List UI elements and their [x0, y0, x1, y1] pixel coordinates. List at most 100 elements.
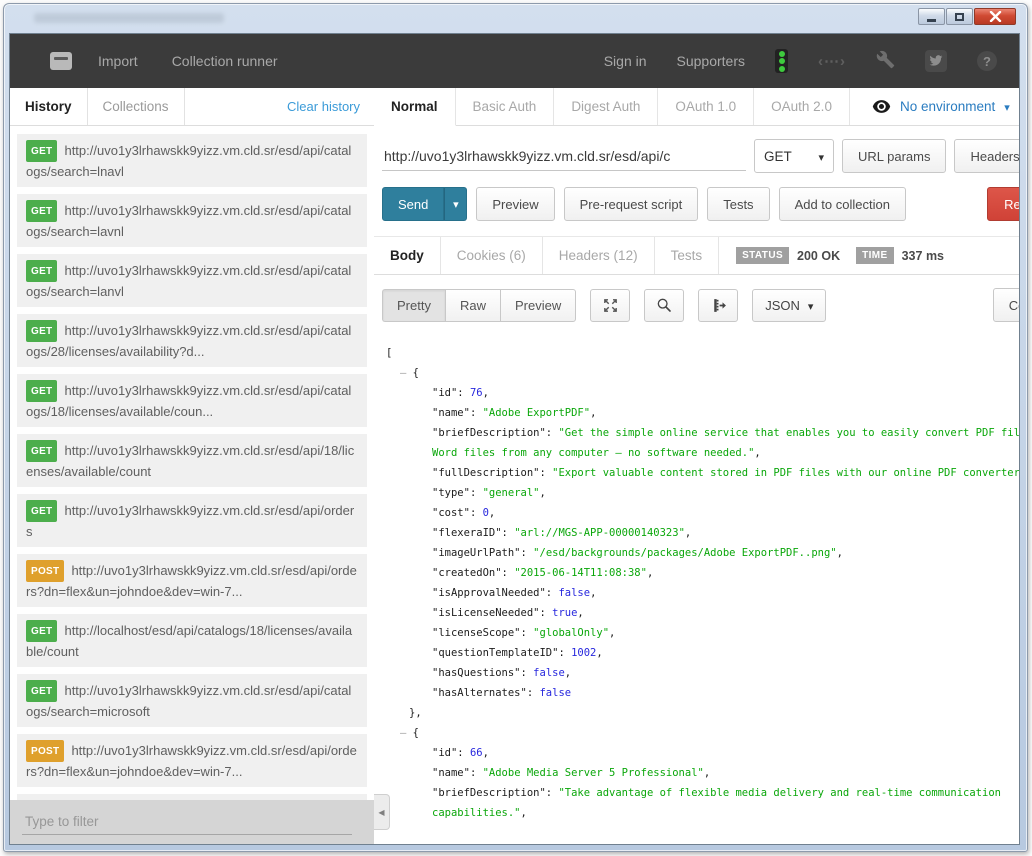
method-badge: GET [26, 380, 57, 402]
tab-normal[interactable]: Normal [374, 88, 456, 126]
sidebar-collapse-toggle[interactable] [374, 794, 390, 830]
preview-button[interactable]: Preview [476, 187, 554, 221]
filter-input[interactable] [22, 809, 352, 835]
actions-row: Send Preview Pre-request script Tests Ad… [374, 173, 1020, 237]
help-icon[interactable] [977, 51, 997, 71]
pretty-button[interactable]: Pretty [382, 289, 445, 322]
expand-button[interactable] [590, 289, 630, 322]
sign-in-button[interactable]: Sign in [604, 53, 647, 69]
code-line: "fullDescription": "Export valuable cont… [386, 463, 1020, 483]
url-input[interactable] [382, 141, 746, 171]
wrench-icon[interactable] [876, 50, 895, 72]
tab-digest-auth[interactable]: Digest Auth [554, 88, 658, 125]
url-params-button[interactable]: URL params [842, 139, 946, 173]
request-auth-tabs: Normal Basic Auth Digest Auth OAuth 1.0 … [374, 88, 1020, 126]
code-line: }, [386, 703, 1020, 723]
minimize-icon [927, 19, 936, 22]
tab-basic-auth[interactable]: Basic Auth [456, 88, 555, 125]
supporters-button[interactable]: Supporters [677, 53, 745, 69]
minimize-button[interactable] [918, 8, 945, 25]
top-toolbar: Import Collection runner Sign in Support… [10, 34, 1019, 88]
window-titlebar [4, 4, 1027, 31]
method-badge: GET [26, 260, 57, 282]
history-item[interactable]: POSThttp://uvo1y3lrhawskk9yizz.vm.cld.sr… [17, 734, 367, 787]
collections-drawer-icon[interactable] [50, 52, 72, 70]
maximize-button[interactable] [946, 8, 973, 25]
filter-bar [10, 800, 374, 845]
response-meta: STATUS 200 OK TIME 337 ms [736, 237, 952, 274]
code-line: "createdOn": "2015-06-14T11:08:38", [386, 563, 1020, 583]
tab-cookies[interactable]: Cookies (6) [441, 237, 543, 274]
history-item[interactable]: GEThttp://uvo1y3lrhawskk9yizz.vm.cld.sr/… [17, 254, 367, 307]
send-options-button[interactable] [444, 187, 467, 221]
method-badge: POST [26, 560, 64, 582]
send-button[interactable]: Send [382, 187, 444, 221]
sidebar-tabs: History Collections Clear history [10, 88, 374, 126]
format-select[interactable]: JSON [752, 289, 826, 322]
code-line: "imageUrlPath": "/esd/backgrounds/packag… [386, 543, 1020, 563]
history-url: http://uvo1y3lrhawskk9yizz.vm.cld.sr/esd… [26, 683, 351, 719]
indent-format-icon [710, 297, 727, 314]
code-line: – { [386, 363, 1020, 383]
chevron-down-icon [808, 298, 814, 313]
history-item[interactable]: GEThttp://uvo1y3lrhawskk9yizz.vm.cld.sr/… [17, 374, 367, 427]
preview-mode-button[interactable]: Preview [500, 289, 576, 322]
content-area: History Collections Clear history GEThtt… [10, 88, 1019, 845]
method-badge: GET [26, 680, 57, 702]
traffic-light-icon[interactable] [775, 49, 788, 73]
environment-selector[interactable]: No environment [872, 88, 1010, 125]
chevron-down-icon [1004, 99, 1010, 114]
code-line: "questionTemplateID": 1002, [386, 643, 1020, 663]
history-item[interactable]: GEThttp://uvo1y3lrhawskk9yizz.vm.cld.sr/… [17, 674, 367, 727]
code-line: "hasQuestions": false, [386, 663, 1020, 683]
chevron-down-icon [818, 149, 824, 164]
chevron-down-icon [453, 195, 459, 213]
tab-response-tests[interactable]: Tests [655, 237, 720, 274]
clear-history-link[interactable]: Clear history [287, 99, 374, 114]
tab-oauth-2[interactable]: OAuth 2.0 [754, 88, 850, 125]
history-list: GEThttp://uvo1y3lrhawskk9yizz.vm.cld.sr/… [10, 126, 374, 800]
history-item[interactable]: GEThttp://localhost/esd/api/catalogs/18/… [17, 614, 367, 667]
history-item[interactable]: GEThttp://uvo1y3lrhawskk9yizz.vm.cld.sr/… [17, 134, 367, 187]
twitter-icon[interactable] [925, 50, 947, 72]
postman-app: Import Collection runner Sign in Support… [9, 33, 1020, 845]
code-brackets-icon[interactable]: ‹⋯› [818, 52, 846, 70]
history-url: http://uvo1y3lrhawskk9yizz.vm.cld.sr/esd… [26, 743, 357, 779]
history-item[interactable]: GEThttp://uvo1y3lrhawskk9yizz.vm.cld.sr/… [17, 494, 367, 547]
code-line: [ [386, 343, 1020, 363]
search-button[interactable] [644, 289, 684, 322]
code-line: "licenseScope": "globalOnly", [386, 623, 1020, 643]
prerequest-script-button[interactable]: Pre-request script [564, 187, 699, 221]
tests-button[interactable]: Tests [707, 187, 769, 221]
history-item[interactable]: GEThttp://uvo1y3lrhawskk9yizz.vm.cld.sr/… [17, 314, 367, 367]
tab-history[interactable]: History [10, 88, 88, 125]
add-to-collection-button[interactable]: Add to collection [779, 187, 906, 221]
raw-button[interactable]: Raw [445, 289, 500, 322]
tab-body[interactable]: Body [374, 237, 441, 274]
code-line: "id": 76, [386, 383, 1020, 403]
history-url: http://uvo1y3lrhawskk9yizz.vm.cld.sr/esd… [26, 443, 354, 479]
copy-button[interactable]: Copy [993, 288, 1020, 322]
code-line: "id": 66, [386, 743, 1020, 763]
method-badge: GET [26, 140, 57, 162]
app-window: Import Collection runner Sign in Support… [3, 3, 1028, 852]
method-badge: GET [26, 440, 57, 462]
headers-button[interactable]: Headers (3) [954, 139, 1020, 173]
tab-headers[interactable]: Headers (12) [543, 237, 655, 274]
close-button[interactable] [974, 8, 1016, 25]
code-line: "isApprovalNeeded": false, [386, 583, 1020, 603]
format-button[interactable] [698, 289, 738, 322]
history-url: http://uvo1y3lrhawskk9yizz.vm.cld.sr/esd… [26, 203, 351, 239]
method-select[interactable]: GET [754, 139, 834, 173]
tab-oauth-1[interactable]: OAuth 1.0 [658, 88, 754, 125]
collection-runner-button[interactable]: Collection runner [172, 53, 278, 69]
import-button[interactable]: Import [98, 53, 138, 69]
view-mode-segment: Pretty Raw Preview [382, 289, 576, 322]
window-controls [917, 8, 1016, 25]
tab-collections[interactable]: Collections [88, 88, 185, 125]
history-item[interactable]: GEThttp://uvo1y3lrhawskk9yizz.vm.cld.sr/… [17, 434, 367, 487]
reset-button[interactable]: Reset [987, 187, 1020, 221]
history-item[interactable]: GEThttp://uvo1y3lrhawskk9yizz.vm.cld.sr/… [17, 194, 367, 247]
code-line: "type": "general", [386, 483, 1020, 503]
history-item[interactable]: POSThttp://uvo1y3lrhawskk9yizz.vm.cld.sr… [17, 554, 367, 607]
